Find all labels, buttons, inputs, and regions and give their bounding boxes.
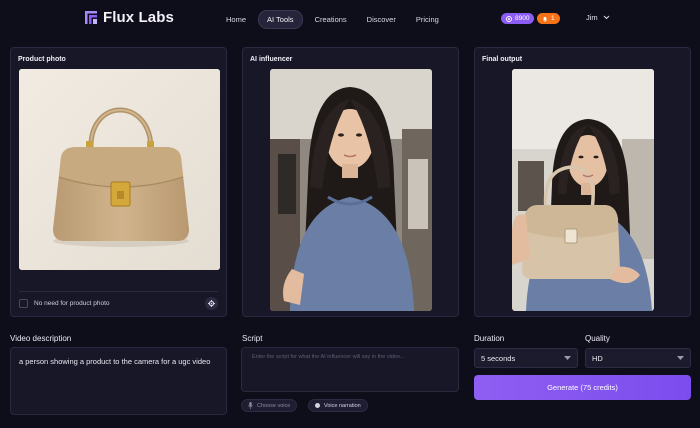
coin-icon	[506, 15, 512, 22]
duration-select[interactable]: 5 seconds	[474, 348, 578, 368]
choose-voice-button[interactable]: Choose voice	[241, 399, 298, 412]
caret-down-icon	[564, 356, 571, 360]
duration-value: 5 seconds	[481, 353, 516, 363]
gear-icon	[208, 300, 215, 307]
logo-icon	[85, 11, 97, 24]
quality-value: HD	[592, 353, 603, 363]
alerts-count: 1	[551, 15, 555, 22]
caret-down-icon	[677, 356, 684, 360]
duration-label: Duration	[474, 334, 505, 343]
product-photo-panel: Product photo No need for product photo	[10, 47, 227, 317]
nav-ai-tools[interactable]: AI Tools	[258, 10, 303, 29]
panel-title-influencer: AI influencer	[250, 56, 293, 63]
settings-button[interactable]	[205, 297, 218, 310]
toggle-dot-icon	[315, 403, 320, 408]
user-name: Jim	[586, 13, 598, 22]
product-photo-image[interactable]	[19, 69, 220, 270]
quality-label: Quality	[585, 334, 610, 343]
voice-narration-toggle[interactable]: Voice narration	[308, 399, 368, 412]
final-output-panel: Final output	[474, 47, 691, 317]
no-product-photo-checkbox[interactable]	[19, 299, 28, 308]
generate-button[interactable]: Generate (75 credits)	[474, 375, 691, 400]
nav-home[interactable]: Home	[218, 11, 254, 28]
chevron-down-icon	[603, 15, 610, 20]
nav-discover[interactable]: Discover	[359, 11, 404, 28]
panel-divider	[19, 291, 218, 292]
voice-narration-label: Voice narration	[324, 402, 361, 409]
microphone-icon	[248, 402, 253, 409]
no-product-photo-option[interactable]: No need for product photo	[19, 299, 110, 308]
alerts-badge[interactable]: 1	[537, 13, 560, 24]
video-description-input[interactable]: a person showing a product to the camera…	[10, 347, 227, 415]
brand-logo[interactable]: Flux Labs	[85, 9, 174, 26]
bell-icon	[543, 16, 547, 22]
main-nav: Home AI Tools Creations Discover Pricing	[218, 10, 451, 29]
quality-select[interactable]: HD	[585, 348, 691, 368]
video-description-label: Video description	[10, 334, 72, 343]
top-header: Flux Labs Home AI Tools Creations Discov…	[0, 0, 700, 38]
choose-voice-label: Choose voice	[257, 402, 291, 409]
panel-title-output: Final output	[482, 56, 523, 63]
brand-name: Flux Labs	[103, 9, 174, 26]
nav-pricing[interactable]: Pricing	[408, 11, 447, 28]
credits-count: 8900	[515, 15, 530, 22]
script-input[interactable]: Enter the script for what the AI influen…	[241, 347, 459, 392]
credits-badge[interactable]: 8900	[501, 13, 535, 24]
ai-influencer-panel: AI influencer	[242, 47, 459, 317]
final-output-image[interactable]	[512, 69, 654, 311]
no-product-photo-label: No need for product photo	[34, 300, 110, 307]
panel-title-product: Product photo	[18, 56, 66, 63]
ai-influencer-image[interactable]	[270, 69, 432, 311]
nav-creations[interactable]: Creations	[307, 11, 355, 28]
user-menu[interactable]: Jim	[586, 13, 610, 22]
script-label: Script	[242, 334, 263, 343]
